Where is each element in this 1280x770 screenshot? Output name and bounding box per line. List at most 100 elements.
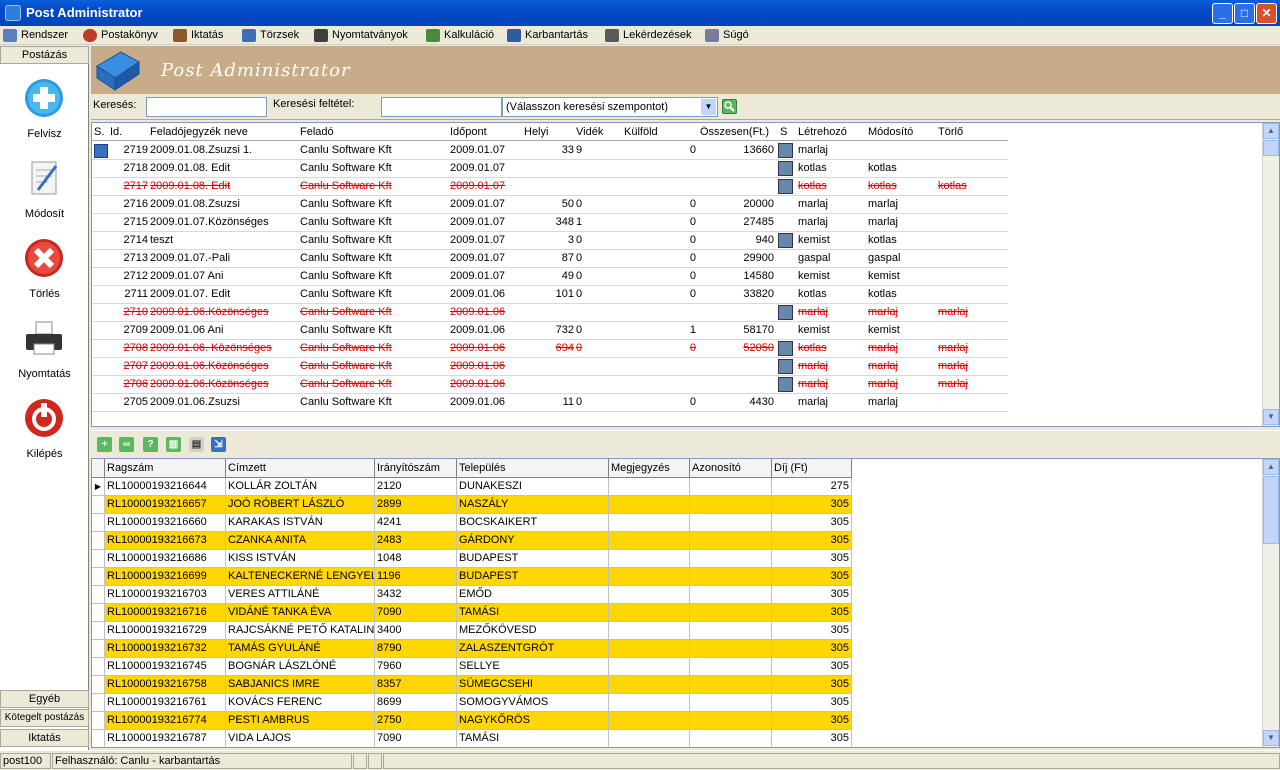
print-button[interactable]: Nyomtatás bbox=[0, 318, 89, 393]
row-indicator-icon[interactable] bbox=[92, 694, 105, 712]
row-indicator-icon[interactable] bbox=[92, 640, 105, 658]
table-row[interactable]: RL10000193216732 TAMÁS GYULÁNÉ 8790 ZALASZE… bbox=[92, 640, 852, 658]
table-row[interactable]: ▶ RL10000193216644 KOLLÁR ZOLTÁN 2120 DUNAKE… bbox=[92, 478, 852, 496]
table-row[interactable]: 2714 teszt Canlu Software Kft 2009.01.07 3 0 0… bbox=[92, 232, 1008, 250]
menu-rendszer[interactable]: Rendszer bbox=[3, 28, 68, 43]
menu-karbantartas[interactable]: Karbantartás bbox=[507, 28, 588, 43]
sidebar-header[interactable]: Postázás bbox=[0, 46, 89, 64]
scroll-up-icon[interactable]: ▲ bbox=[1263, 123, 1279, 139]
row-indicator-icon[interactable] bbox=[92, 712, 105, 730]
table-row[interactable]: RL10000193216703 VERES ATTILÁNÉ 3432 EMŐD 30… bbox=[92, 586, 852, 604]
scroll-down-icon[interactable]: ▼ bbox=[1263, 730, 1279, 746]
cell-azonosito bbox=[690, 532, 772, 550]
grid2-scrollbar[interactable]: ▲ ▼ bbox=[1262, 459, 1279, 747]
document-icon[interactable] bbox=[778, 233, 793, 248]
table-row[interactable]: 2716 2009.01.08.Zsuzsi Canlu Software Kft 2… bbox=[92, 196, 1008, 214]
table-row[interactable]: RL10000193216761 KOVÁCS FERENC 8699 SOMOGYV… bbox=[92, 694, 852, 712]
table-row[interactable]: 2713 2009.01.07.-Pali Canlu Software Kft 20… bbox=[92, 250, 1008, 268]
menu-iktatas[interactable]: Iktatás bbox=[173, 28, 223, 43]
table-row[interactable]: RL10000193216758 SABJANICS IMRE 8357 SÜMEGC… bbox=[92, 676, 852, 694]
cell-name: 2009.01.07 Ani bbox=[150, 270, 224, 282]
menu-torzsek[interactable]: Törzsek bbox=[242, 28, 299, 43]
search-input[interactable] bbox=[146, 97, 267, 117]
row-indicator-icon[interactable]: ▶ bbox=[92, 478, 105, 496]
row-indicator-icon[interactable] bbox=[92, 676, 105, 694]
table-row[interactable]: RL10000193216774 PESTI AMBRUS 2750 NAGYKŐRÖ… bbox=[92, 712, 852, 730]
exit-button[interactable]: Kilépés bbox=[0, 398, 89, 473]
document-icon[interactable] bbox=[778, 179, 793, 194]
help-icon bbox=[705, 29, 719, 42]
table-row[interactable]: RL10000193216660 KARAKAS ISTVÁN 4241 BOCSKA… bbox=[92, 514, 852, 532]
trash-button[interactable]: ▥ bbox=[166, 437, 181, 452]
document-icon[interactable] bbox=[778, 305, 793, 320]
table-row[interactable]: 2707 2009.01.06.Közönséges Canlu Software … bbox=[92, 358, 1008, 376]
sidebar-section-egyeb[interactable]: Egyéb bbox=[0, 690, 89, 708]
row-indicator-icon[interactable] bbox=[92, 514, 105, 532]
menu-nyomtatvanyok[interactable]: Nyomtatványok bbox=[314, 28, 408, 43]
row-indicator-icon[interactable] bbox=[92, 586, 105, 604]
table-row[interactable]: RL10000193216673 CZANKA ANITA 2483 GÁRDONY 3… bbox=[92, 532, 852, 550]
table-row[interactable]: RL10000193216729 RAJCSÁKNÉ PETŐ KATALIN 34… bbox=[92, 622, 852, 640]
document-icon[interactable] bbox=[778, 377, 793, 392]
minimize-button[interactable]: _ bbox=[1212, 3, 1233, 24]
document-icon[interactable] bbox=[778, 161, 793, 176]
edit-button[interactable]: Módosít bbox=[0, 158, 89, 233]
document-icon[interactable] bbox=[778, 359, 793, 374]
criteria-input[interactable] bbox=[381, 97, 502, 117]
chevron-down-icon[interactable]: ▼ bbox=[701, 99, 716, 115]
cell-azonosito bbox=[690, 604, 772, 622]
scroll-thumb[interactable] bbox=[1263, 476, 1279, 544]
sidebar-section-iktatas[interactable]: Iktatás bbox=[0, 729, 89, 747]
table-row[interactable]: RL10000193216686 KISS ISTVÁN 1048 BUDAPEST 3… bbox=[92, 550, 852, 568]
row-indicator-icon[interactable] bbox=[92, 496, 105, 514]
add-item-button[interactable]: + bbox=[97, 437, 112, 452]
maximize-button[interactable]: □ bbox=[1234, 3, 1255, 24]
table-row[interactable]: 2710 2009.01.06.Közönséges Canlu Software … bbox=[92, 304, 1008, 322]
grid1-scrollbar[interactable]: ▲ ▼ bbox=[1262, 123, 1279, 426]
table-row[interactable]: RL10000193216745 BOGNÁR LÁSZLÓNÉ 7960 SELLY… bbox=[92, 658, 852, 676]
table-row[interactable]: 2705 2009.01.06.Zsuzsi Canlu Software Kft 2… bbox=[92, 394, 1008, 412]
menu-sugo[interactable]: Súgó bbox=[705, 28, 749, 43]
row-indicator-icon[interactable] bbox=[92, 730, 105, 747]
scroll-down-icon[interactable]: ▼ bbox=[1263, 409, 1279, 425]
table-row[interactable]: 2717 2009.01.08. Edit Canlu Software Kft 20… bbox=[92, 178, 1008, 196]
table-row[interactable]: 2712 2009.01.07 Ani Canlu Software Kft 2009… bbox=[92, 268, 1008, 286]
table-row[interactable]: 2706 2009.01.06.Közönséges Canlu Software … bbox=[92, 376, 1008, 394]
menu-kalkulacio[interactable]: Kalkuláció bbox=[426, 28, 494, 43]
menu-lekerdezesek[interactable]: Lekérdezések bbox=[605, 28, 692, 43]
search-button[interactable] bbox=[722, 99, 737, 114]
close-button[interactable]: ✕ bbox=[1256, 3, 1277, 24]
delete-button[interactable]: Törlés bbox=[0, 238, 89, 313]
table-row[interactable]: RL10000193216699KALTENECKERNÉ LENGYEL LI… bbox=[92, 568, 852, 586]
export-button[interactable]: ⇲ bbox=[211, 437, 226, 452]
table-row[interactable]: 2708 2009.01.06. Közönséges Canlu Software… bbox=[92, 340, 1008, 358]
add-icon: + bbox=[101, 439, 108, 450]
help-button[interactable]: ? bbox=[143, 437, 158, 452]
table-row[interactable]: 2709 2009.01.06 Ani Canlu Software Kft 2009… bbox=[92, 322, 1008, 340]
table-row[interactable]: 2719 2009.01.08.Zsuzsi 1. Canlu Software K… bbox=[92, 142, 1008, 160]
row-indicator-icon[interactable] bbox=[92, 532, 105, 550]
document-icon[interactable] bbox=[778, 143, 793, 158]
table-row[interactable]: 2718 2009.01.08. Edit Canlu Software Kft 20… bbox=[92, 160, 1008, 178]
detail-toolbar: + ∞ ? ▥ ▤ ⇲ bbox=[91, 430, 1280, 457]
row-indicator-icon[interactable] bbox=[92, 622, 105, 640]
table-row[interactable]: 2715 2009.01.07.Közönséges Canlu Software … bbox=[92, 214, 1008, 232]
menu-postakonyv[interactable]: Postakönyv bbox=[83, 28, 158, 43]
table-row[interactable]: RL10000193216787 VIDA LAJOS 7090 TAMÁSI 305 bbox=[92, 730, 852, 747]
row-indicator-icon[interactable] bbox=[92, 604, 105, 622]
print-list-button[interactable]: ▤ bbox=[189, 437, 204, 452]
row-selector[interactable] bbox=[94, 144, 108, 158]
table-row[interactable]: 2711 2009.01.07. Edit Canlu Software Kft 20… bbox=[92, 286, 1008, 304]
scroll-up-icon[interactable]: ▲ bbox=[1263, 459, 1279, 475]
link-button[interactable]: ∞ bbox=[119, 437, 134, 452]
add-button[interactable]: Felvisz bbox=[0, 78, 89, 153]
row-indicator-icon[interactable] bbox=[92, 568, 105, 586]
sidebar-section-kotegelt[interactable]: Kötegelt postázás bbox=[0, 709, 89, 727]
scroll-thumb[interactable] bbox=[1263, 140, 1279, 156]
table-row[interactable]: RL10000193216657 JOÓ RÓBERT LÁSZLÓ 2899 NAS… bbox=[92, 496, 852, 514]
table-row[interactable]: RL10000193216716 VIDÁNÉ TANKA ÉVA 7090 TAMÁ… bbox=[92, 604, 852, 622]
row-indicator-icon[interactable] bbox=[92, 550, 105, 568]
row-indicator-icon[interactable] bbox=[92, 658, 105, 676]
document-icon[interactable] bbox=[778, 341, 793, 356]
criteria-select[interactable]: (Válasszon keresési szempontot) ▼ bbox=[502, 97, 718, 117]
